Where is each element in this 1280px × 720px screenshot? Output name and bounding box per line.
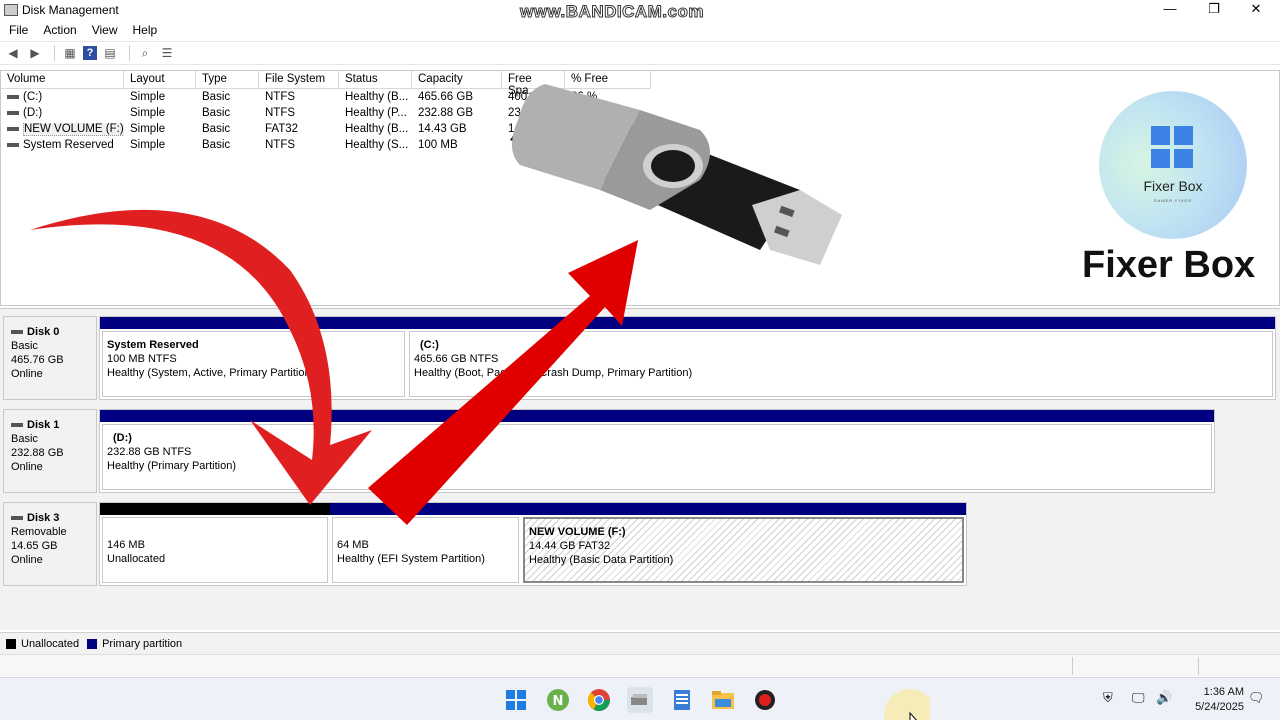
forward-arrow-icon[interactable]: ▶ — [26, 45, 44, 61]
partition-system-reserved[interactable]: System Reserved 100 MB NTFS Healthy (Sys… — [100, 317, 407, 399]
column-volume[interactable]: Volume — [1, 71, 124, 89]
notepad-plus-icon[interactable]: N — [545, 687, 571, 713]
primary-partition-bar — [100, 410, 1214, 422]
network-icon[interactable]: 🖵 — [1132, 690, 1145, 706]
table-row[interactable]: NEW VOLUME (F:) Simple Basic FAT32 Healt… — [1, 123, 651, 139]
column-capacity[interactable]: Capacity — [412, 71, 502, 89]
menu-bar: File Action View Help — [0, 20, 1280, 40]
menu-view[interactable]: View — [86, 23, 124, 37]
windows-logo-icon — [1151, 126, 1193, 168]
toolbar: ◀ ▶ ▦ ? ▤ ⌕ ☰ — [0, 41, 1280, 65]
notification-icon[interactable]: 🗨 — [1248, 690, 1265, 706]
column-type[interactable]: Type — [196, 71, 259, 89]
disk-management-app-icon — [4, 4, 18, 16]
toolbar-divider — [54, 45, 55, 61]
disk-1-label[interactable]: Disk 1 Basic 232.88 GB Online — [3, 409, 97, 493]
menu-action[interactable]: Action — [37, 23, 82, 37]
disk-icon — [11, 516, 23, 521]
window-title: Disk Management — [22, 3, 119, 17]
partition-unallocated[interactable]: 146 MB Unallocated — [100, 503, 330, 585]
svg-text:N: N — [553, 694, 564, 709]
help-icon[interactable]: ? — [83, 46, 97, 60]
toolbar-divider — [129, 45, 130, 61]
drive-icon — [7, 126, 19, 131]
column-file-system[interactable]: File System — [259, 71, 339, 89]
close-button[interactable]: ✕ — [1236, 0, 1276, 20]
table-row[interactable]: (D:) Simple Basic NTFS Healthy (P... 232… — [1, 107, 651, 123]
column-layout[interactable]: Layout — [124, 71, 196, 89]
disk-3-label[interactable]: Disk 3 Removable 14.65 GB Online — [3, 502, 97, 586]
connect-icon[interactable]: ⌕ — [136, 45, 154, 61]
unallocated-bar — [100, 503, 330, 515]
logo-text: Fixer Box — [1143, 178, 1203, 194]
taskbar: N ⛨ 🖵 🔊 1:36 AM 5/24/2025 🗨 — [0, 677, 1280, 720]
drive-icon — [7, 142, 19, 147]
legend: Unallocated Primary partition — [0, 632, 1280, 654]
disk-icon — [11, 330, 23, 335]
status-divider — [1072, 657, 1073, 675]
bandicam-record-icon[interactable] — [752, 687, 778, 713]
disk-management-icon[interactable] — [627, 687, 653, 713]
security-shield-icon[interactable]: ⛨ — [1103, 690, 1113, 706]
column-percent-free[interactable]: % Free — [565, 71, 651, 89]
drive-icon — [7, 94, 19, 99]
maximize-button[interactable]: ❐ — [1194, 0, 1234, 20]
back-arrow-icon[interactable]: ◀ — [4, 45, 22, 61]
partition-d[interactable]: (D:) 232.88 GB NTFS Healthy (Primary Par… — [100, 410, 1214, 492]
disk-1-partitions: (D:) 232.88 GB NTFS Healthy (Primary Par… — [99, 409, 1215, 493]
unallocated-swatch — [6, 638, 16, 649]
chrome-icon[interactable] — [586, 687, 612, 713]
legend-primary: Primary partition — [102, 637, 183, 650]
properties-icon[interactable]: ▦ — [61, 45, 79, 61]
fixer-box-title: Fixer Box — [1082, 244, 1256, 286]
clock[interactable]: 1:36 AM 5/24/2025 — [1180, 685, 1244, 715]
volume-icon[interactable]: 🔊 — [1156, 690, 1172, 706]
legend-unallocated: Unallocated — [21, 637, 80, 650]
disk-0-partitions: System Reserved 100 MB NTFS Healthy (Sys… — [99, 316, 1276, 400]
menu-file[interactable]: File — [3, 23, 34, 37]
partition-new-volume-f[interactable]: NEW VOLUME (F:) 14.44 GB FAT32 Healthy (… — [521, 503, 966, 585]
windows-start-icon[interactable] — [503, 687, 529, 713]
primary-partition-bar — [330, 503, 521, 515]
partition-efi[interactable]: 64 MB Healthy (EFI System Partition) — [330, 503, 521, 585]
primary-partition-bar — [521, 503, 966, 515]
status-divider — [1198, 657, 1199, 675]
disk-icon — [11, 423, 23, 428]
primary-partition-bar — [407, 317, 1275, 329]
table-row[interactable]: (C:) Simple Basic NTFS Healthy (B... 465… — [1, 91, 651, 107]
settings-list-icon[interactable]: ☰ — [158, 45, 176, 61]
title-bar: Disk Management www.BANDICAM.com — ❐ ✕ — [0, 0, 1280, 22]
primary-swatch — [87, 638, 98, 649]
partition-c[interactable]: (C:) 465.66 GB NTFS Healthy (Boot, Page … — [407, 317, 1275, 399]
logo-subtext: SAMER FIXER — [1153, 198, 1193, 203]
disk-3-partitions: 146 MB Unallocated 64 MB Healthy (EFI Sy… — [99, 502, 967, 586]
drive-icon — [7, 110, 19, 115]
disk-graphical-view: Disk 0 Basic 465.76 GB Online System Res… — [0, 308, 1280, 630]
volume-rows: (C:) Simple Basic NTFS Healthy (B... 465… — [1, 91, 651, 155]
notes-icon[interactable] — [669, 687, 695, 713]
volume-list-header: Volume Layout Type File System Status Ca… — [1, 71, 651, 97]
table-row[interactable]: System Reserved Simple Basic NTFS Health… — [1, 139, 651, 155]
column-free-space[interactable]: Free Spa... — [502, 71, 565, 97]
status-bar — [0, 654, 1280, 676]
bandicam-watermark: www.BANDICAM.com — [520, 2, 705, 22]
mouse-cursor-icon — [884, 689, 930, 720]
disk-0-label[interactable]: Disk 0 Basic 465.76 GB Online — [3, 316, 97, 400]
console-icon[interactable]: ▤ — [101, 45, 119, 61]
column-status[interactable]: Status — [339, 71, 412, 89]
menu-help[interactable]: Help — [127, 23, 164, 37]
clock-date: 5/24/2025 — [1195, 701, 1244, 713]
primary-partition-bar — [100, 317, 407, 329]
clock-time: 1:36 AM — [1203, 686, 1244, 698]
minimize-button[interactable]: — — [1150, 0, 1190, 20]
fixer-box-logo: Fixer Box SAMER FIXER — [1099, 91, 1247, 239]
file-explorer-icon[interactable] — [710, 687, 736, 713]
